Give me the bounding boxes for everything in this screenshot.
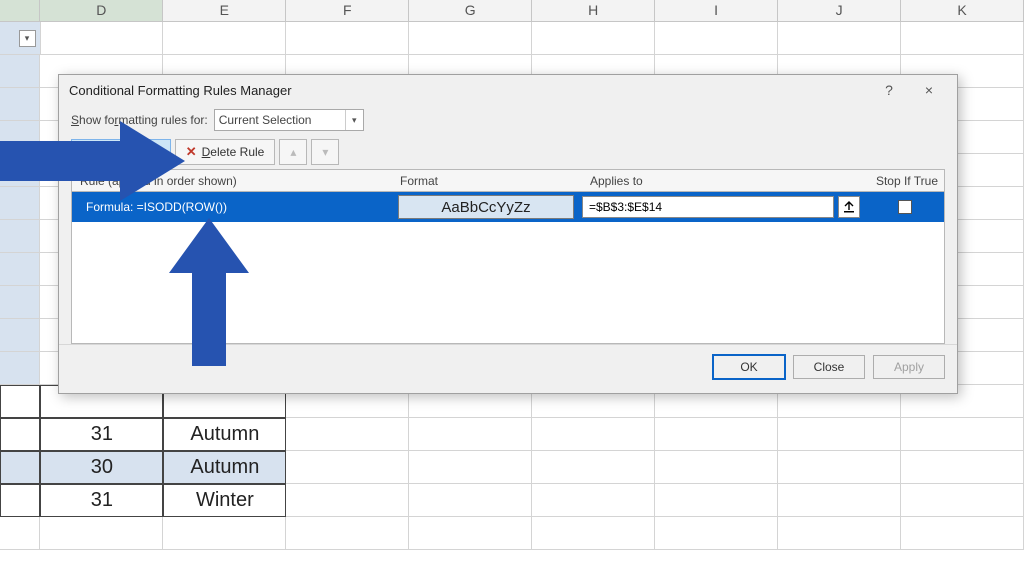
column-headers: D E F G H I J K bbox=[0, 0, 1024, 22]
show-rules-label: Show formatting rules for: bbox=[71, 113, 208, 127]
edit-rule-button[interactable]: Edit Rule... bbox=[71, 139, 171, 165]
col-I[interactable]: I bbox=[655, 0, 778, 21]
cell-num-2[interactable]: 30 bbox=[40, 451, 163, 484]
edit-rule-icon bbox=[82, 145, 96, 159]
applies-to-input[interactable]: =$B$3:$E$14 bbox=[582, 196, 834, 218]
delete-icon: ✕ bbox=[186, 144, 197, 160]
col-F[interactable]: F bbox=[286, 0, 409, 21]
cell-season-2[interactable]: Autumn bbox=[163, 451, 286, 484]
delete-rule-button[interactable]: ✕ Delete Rule bbox=[175, 139, 276, 165]
apply-button[interactable]: Apply bbox=[873, 355, 945, 379]
rule-format-preview: AaBbCcYyZz bbox=[398, 195, 574, 219]
rules-list-header: Rule (applied in order shown) Format App… bbox=[71, 169, 945, 191]
cell-num-1[interactable]: 31 bbox=[40, 418, 163, 451]
range-picker-icon bbox=[843, 201, 855, 213]
col-H[interactable]: H bbox=[532, 0, 655, 21]
header-stop: Stop If True bbox=[864, 174, 944, 188]
cell-season-1[interactable]: Autumn bbox=[163, 418, 286, 451]
header-applies: Applies to bbox=[590, 174, 864, 188]
header-format: Format bbox=[400, 174, 590, 188]
chevron-down-icon[interactable]: ▾ bbox=[19, 30, 36, 47]
close-button[interactable]: Close bbox=[793, 355, 865, 379]
col-J[interactable]: J bbox=[778, 0, 901, 21]
col-G[interactable]: G bbox=[409, 0, 532, 21]
col-D[interactable]: D bbox=[40, 0, 163, 21]
header-rule: Rule (applied in order shown) bbox=[80, 174, 400, 188]
show-rules-combo[interactable]: Current Selection ▾ bbox=[214, 109, 364, 131]
ok-button[interactable]: OK bbox=[713, 355, 785, 379]
col-E[interactable]: E bbox=[163, 0, 286, 21]
close-icon[interactable]: × bbox=[909, 82, 949, 98]
conditional-formatting-dialog: Conditional Formatting Rules Manager ? ×… bbox=[58, 74, 958, 394]
help-button[interactable]: ? bbox=[869, 82, 909, 98]
chevron-up-icon: ▴ bbox=[290, 145, 296, 159]
dialog-title: Conditional Formatting Rules Manager bbox=[69, 83, 292, 98]
col-gutter[interactable] bbox=[0, 0, 40, 21]
chevron-down-icon[interactable]: ▾ bbox=[345, 110, 363, 130]
range-picker-button[interactable] bbox=[838, 196, 860, 218]
move-up-button[interactable]: ▴ bbox=[279, 139, 307, 165]
cell-season-3[interactable]: Winter bbox=[163, 484, 286, 517]
rule-row-selected[interactable]: Formula: =ISODD(ROW()) AaBbCcYyZz =$B$3:… bbox=[72, 192, 944, 222]
rule-name: Formula: =ISODD(ROW()) bbox=[72, 200, 398, 214]
autofilter-dropdown[interactable]: ▾ bbox=[0, 22, 41, 55]
delete-rule-label: Delete Rule bbox=[202, 145, 265, 159]
move-down-button[interactable]: ▾ bbox=[311, 139, 339, 165]
stop-if-true-checkbox[interactable] bbox=[898, 200, 912, 214]
col-K[interactable]: K bbox=[901, 0, 1024, 21]
show-rules-value: Current Selection bbox=[219, 113, 312, 127]
dialog-titlebar[interactable]: Conditional Formatting Rules Manager ? × bbox=[59, 75, 957, 105]
edit-rule-label: Edit Rule... bbox=[101, 145, 160, 159]
cell-num-0-partial[interactable] bbox=[0, 385, 40, 418]
rules-list[interactable]: Formula: =ISODD(ROW()) AaBbCcYyZz =$B$3:… bbox=[71, 191, 945, 344]
cell-num-3[interactable]: 31 bbox=[40, 484, 163, 517]
chevron-down-icon: ▾ bbox=[322, 145, 328, 159]
